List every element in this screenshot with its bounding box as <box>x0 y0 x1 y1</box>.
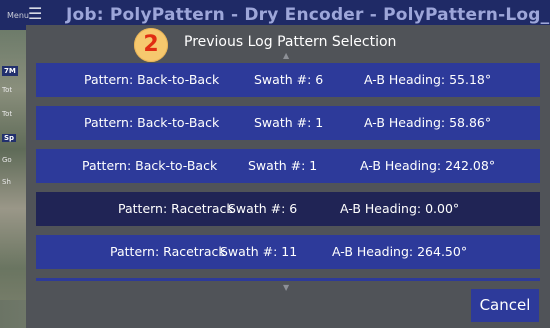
pattern-row[interactable]: Pattern: Back-to-Back Swath #: 1 A-B Hea… <box>36 149 540 183</box>
cancel-button[interactable]: Cancel <box>471 289 539 322</box>
side-label: Tot <box>2 86 13 94</box>
ab-heading: A-B Heading: 58.86° <box>364 115 492 130</box>
pattern-row-selected[interactable]: Pattern: Racetrack Swath #: 6 A-B Headin… <box>36 192 540 226</box>
swath-number: Swath #: 1 <box>248 158 318 173</box>
pattern-row[interactable]: Pattern: Racetrack Swath #: 11 A-B Headi… <box>36 235 540 269</box>
step-badge: 2 <box>134 28 168 62</box>
ab-heading: A-B Heading: 55.18° <box>364 72 492 87</box>
side-label: Sh <box>2 178 11 186</box>
swath-number: Swath #: 6 <box>228 201 298 216</box>
pattern-name: Pattern: Racetrack <box>110 244 226 259</box>
side-label: Tot <box>2 110 13 118</box>
map-view: 7M Tot Tot Sp Go Sh <box>0 30 26 328</box>
swath-number: Swath #: 6 <box>254 72 324 87</box>
pattern-row-partial[interactable] <box>36 278 540 281</box>
ab-heading: A-B Heading: 264.50° <box>332 244 468 259</box>
hamburger-menu-icon[interactable]: ☰ <box>28 6 42 22</box>
dialog-title: Previous Log Pattern Selection <box>184 34 397 50</box>
log-pattern-dialog: 2 Previous Log Pattern Selection ▲ Patte… <box>26 25 550 328</box>
pattern-row[interactable]: Pattern: Back-to-Back Swath #: 6 A-B Hea… <box>36 63 540 97</box>
menu-label: Menu <box>7 11 29 20</box>
pattern-name: Pattern: Racetrack <box>118 201 234 216</box>
swath-number: Swath #: 1 <box>254 115 324 130</box>
pattern-name: Pattern: Back-to-Back <box>84 115 220 130</box>
side-tag: 7M <box>2 66 18 76</box>
ab-heading: A-B Heading: 0.00° <box>340 201 460 216</box>
job-title: Job: PolyPattern - Dry Encoder - PolyPat… <box>66 5 550 25</box>
pattern-list[interactable]: Pattern: Back-to-Back Swath #: 6 A-B Hea… <box>36 63 540 281</box>
chevron-down-icon[interactable]: ▼ <box>283 283 289 292</box>
side-label: Sp <box>2 134 17 142</box>
side-label: Go <box>2 156 12 164</box>
pattern-name: Pattern: Back-to-Back <box>82 158 218 173</box>
pattern-row[interactable]: Pattern: Back-to-Back Swath #: 1 A-B Hea… <box>36 106 540 140</box>
chevron-up-icon[interactable]: ▲ <box>283 51 289 60</box>
ab-heading: A-B Heading: 242.08° <box>360 158 496 173</box>
swath-number: Swath #: 11 <box>220 244 298 259</box>
pattern-name: Pattern: Back-to-Back <box>84 72 220 87</box>
